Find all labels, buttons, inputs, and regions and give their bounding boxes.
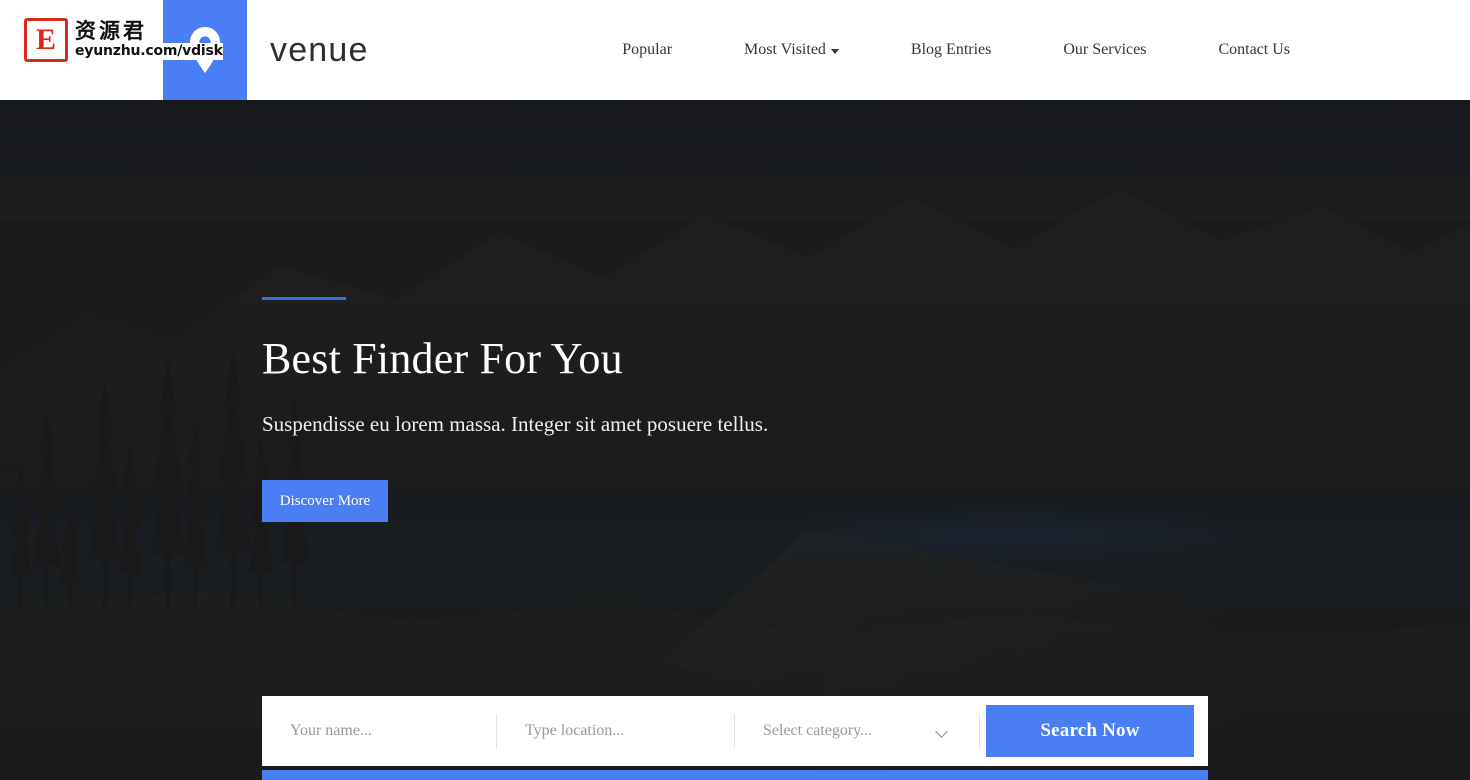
logo-badge[interactable] [163, 0, 247, 100]
category-field-wrapper: Select category... [735, 696, 980, 766]
site-header: venue Popular Most Visited Blog Entries Our… [0, 0, 1470, 100]
category-select-label: Select category... [763, 722, 873, 739]
nav-item-label: Most Visited [744, 41, 826, 58]
nav-item-label: Popular [622, 41, 673, 58]
nav-item-most-visited[interactable]: Most Visited [744, 41, 839, 59]
location-field-wrapper [497, 696, 735, 766]
accent-bar [262, 297, 346, 300]
hero-section: Best Finder For You Suspendisse eu lorem… [0, 100, 1470, 780]
chevron-down-icon [830, 48, 839, 54]
page-root: Best Finder For You Suspendisse eu lorem… [0, 0, 1470, 780]
nav-item-popular[interactable]: Popular [622, 41, 672, 59]
nav-item-label: Our Services [1063, 41, 1147, 58]
chevron-down-icon [937, 726, 948, 737]
nav-item-contact-us[interactable]: Contact Us [1218, 41, 1290, 59]
hero-subtitle: Suspendisse eu lorem massa. Integer sit … [262, 412, 769, 436]
search-input[interactable] [290, 722, 469, 740]
category-select[interactable]: Select category... [763, 722, 952, 740]
hero-content: Best Finder For You Suspendisse eu lorem… [262, 297, 768, 522]
nav-item-label: Blog Entries [910, 41, 992, 58]
field-divider [979, 714, 980, 748]
location-input[interactable] [525, 722, 707, 740]
nav-item-our-services[interactable]: Our Services [1063, 41, 1146, 59]
nav-item-blog-entries[interactable]: Blog Entries [911, 41, 991, 59]
search-panel: Select category... Search Now [262, 696, 1208, 766]
discover-more-button[interactable]: Discover More [262, 480, 388, 522]
search-underbar [262, 770, 1208, 780]
search-form: Select category... Search Now [262, 696, 1208, 780]
map-pin-icon [188, 27, 222, 73]
name-field-wrapper [262, 696, 497, 766]
page-title: Best Finder For You [262, 334, 623, 383]
search-now-button[interactable]: Search Now [986, 705, 1194, 757]
main-navigation: Popular Most Visited Blog Entries Our Servi… [622, 0, 1470, 100]
brand-logo-text[interactable]: venue [270, 28, 369, 72]
nav-item-label: Contact Us [1218, 41, 1290, 58]
